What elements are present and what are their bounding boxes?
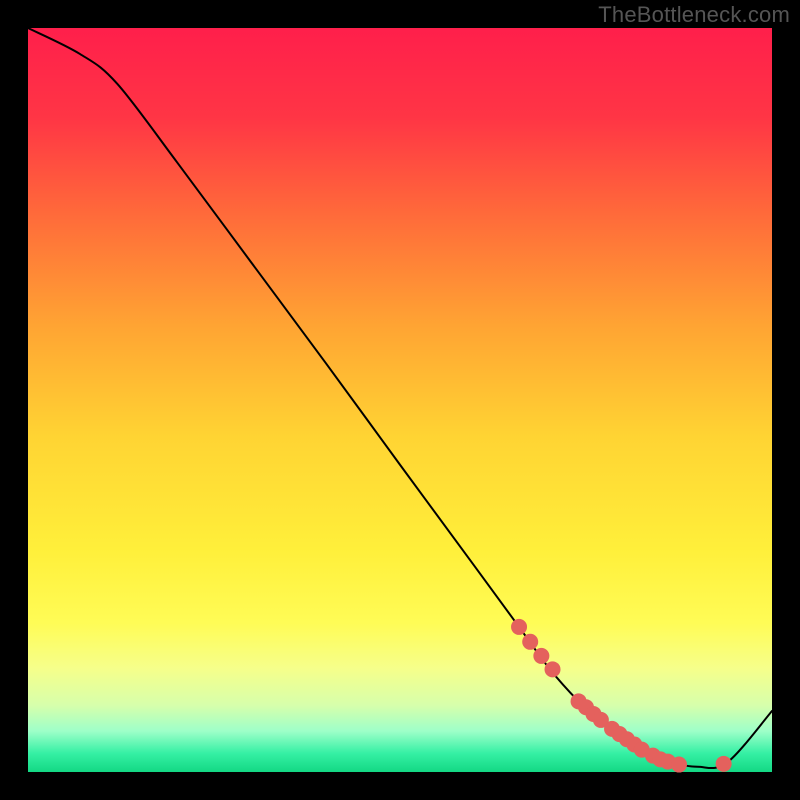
curve-marker bbox=[533, 648, 549, 664]
watermark-text: TheBottleneck.com bbox=[598, 2, 790, 28]
curve-marker bbox=[716, 756, 732, 772]
bottleneck-chart bbox=[0, 0, 800, 800]
chart-frame: TheBottleneck.com bbox=[0, 0, 800, 800]
curve-marker bbox=[522, 634, 538, 650]
curve-marker bbox=[671, 757, 687, 773]
curve-marker bbox=[511, 619, 527, 635]
curve-marker bbox=[545, 661, 561, 677]
chart-background bbox=[28, 28, 772, 772]
